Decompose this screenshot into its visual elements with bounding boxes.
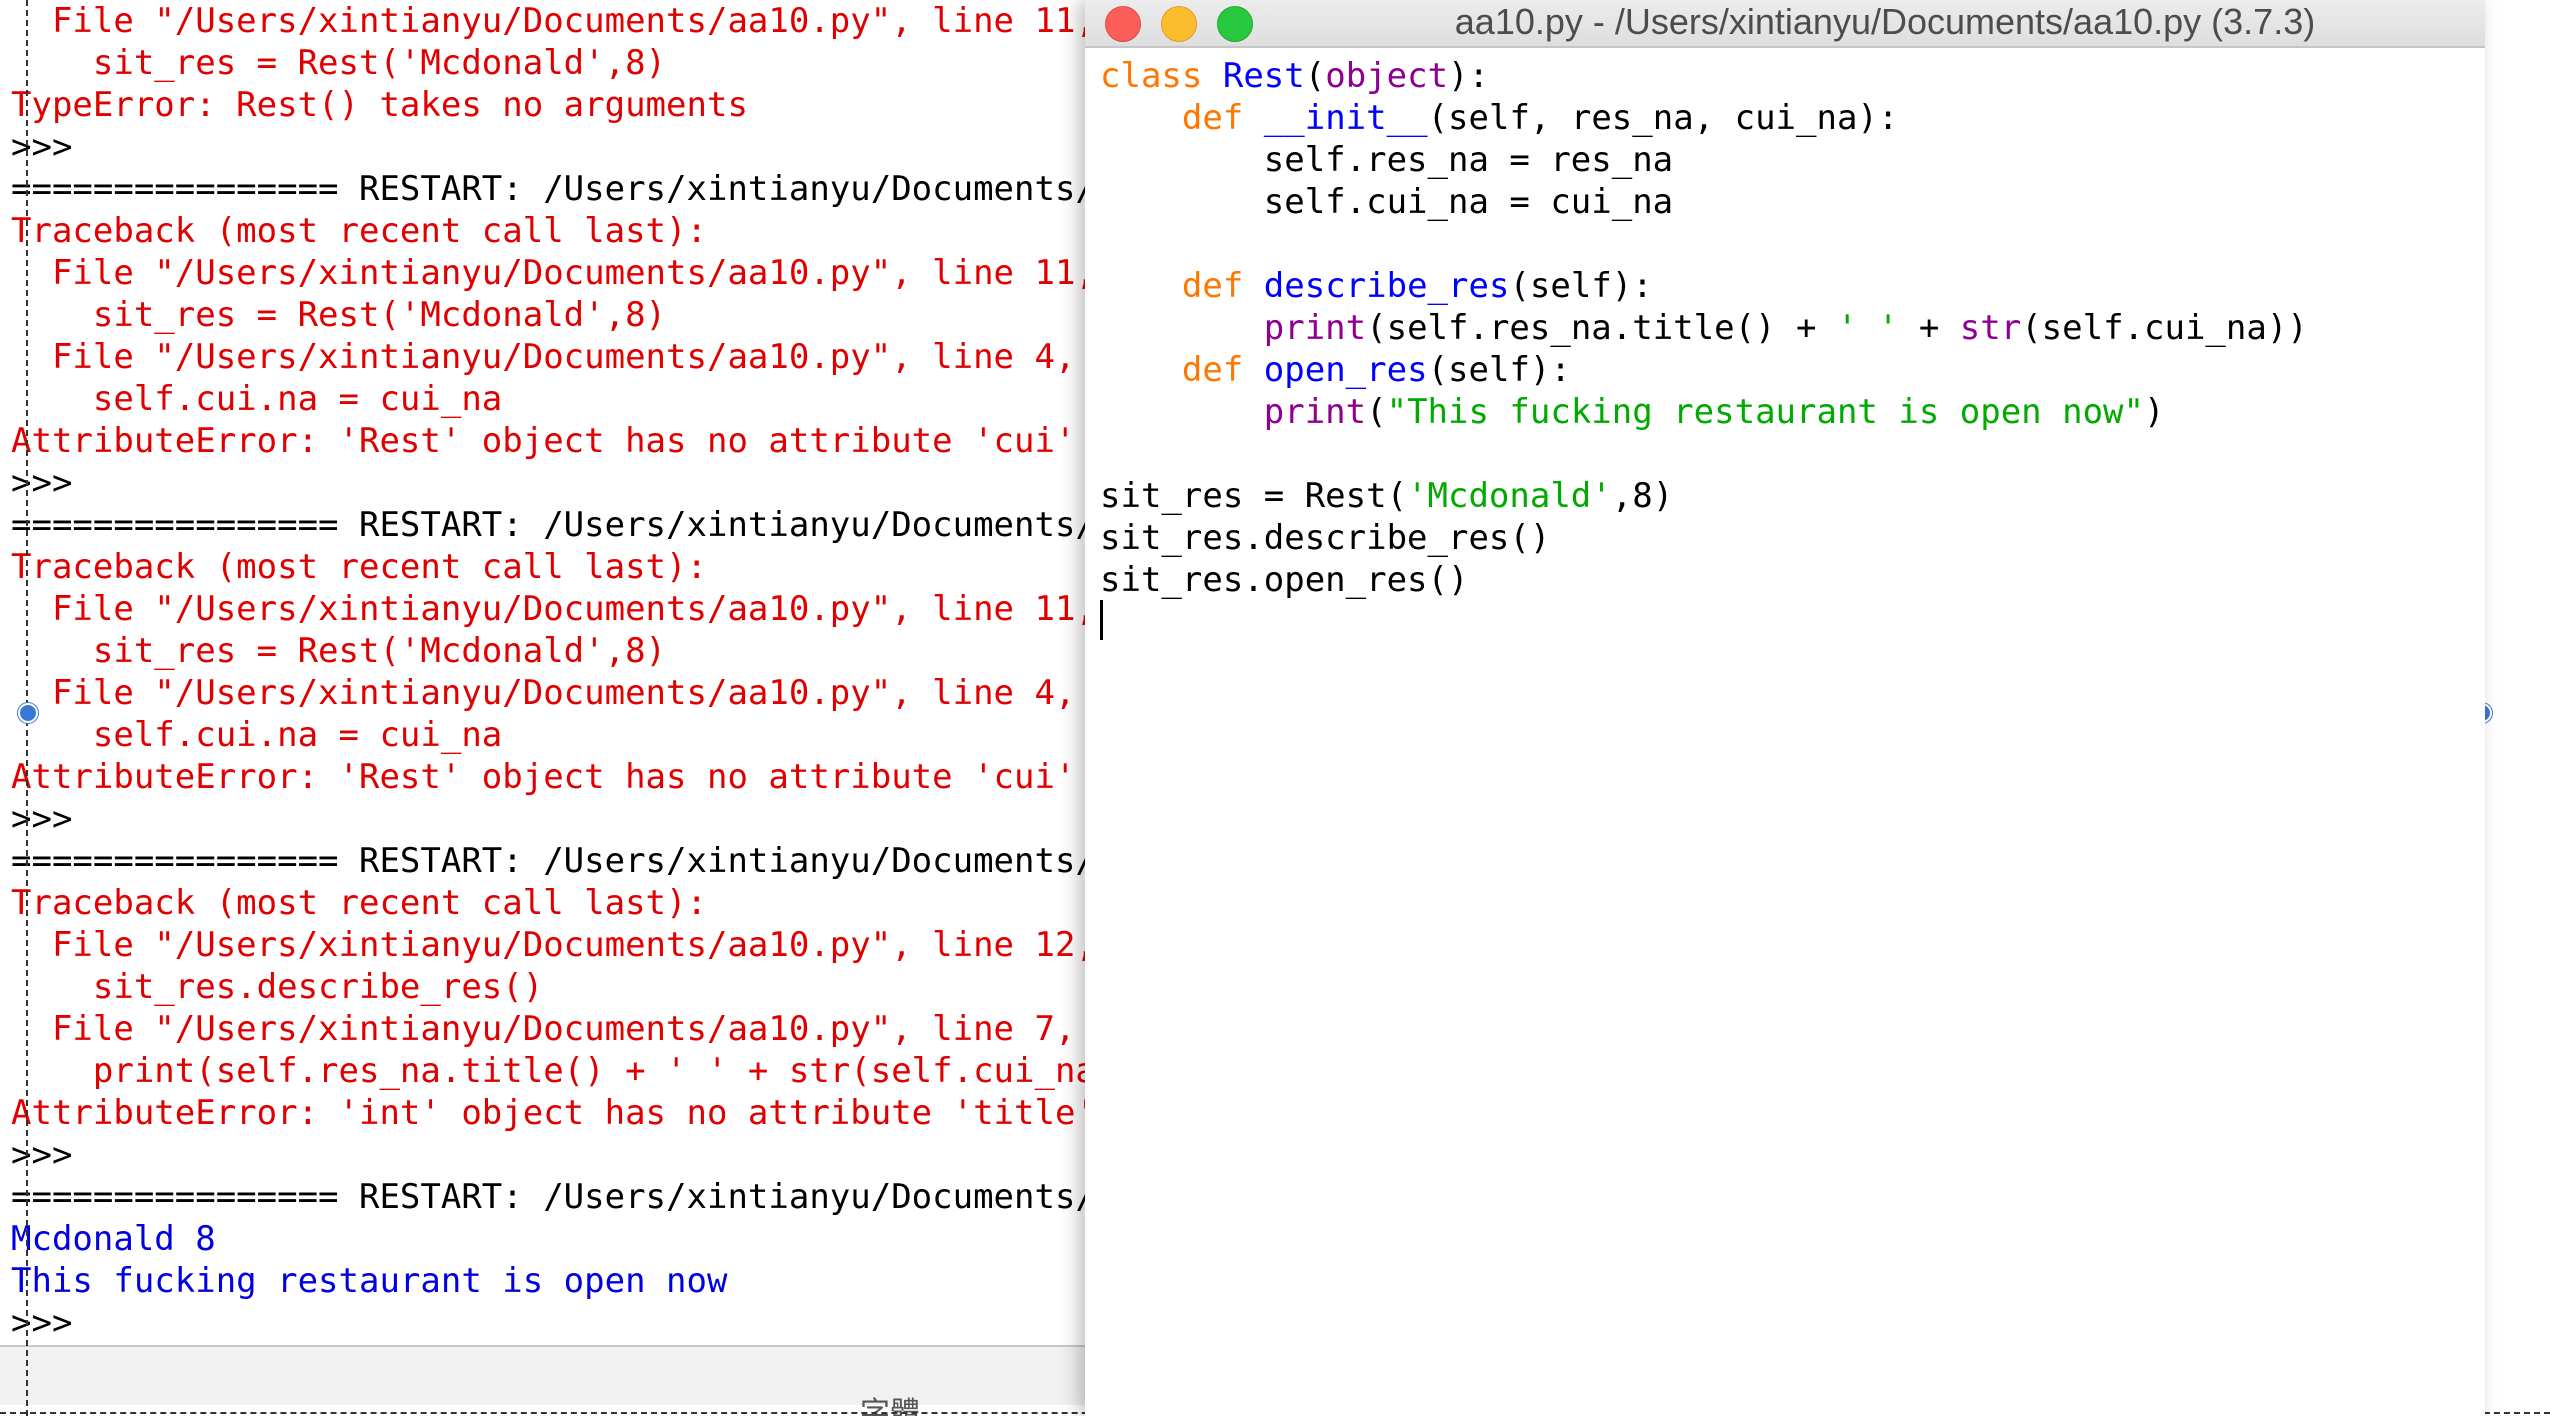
code-line[interactable]: class Rest(object):	[1100, 55, 2308, 97]
code-token: (self):	[1509, 266, 1653, 306]
editor-window[interactable]: aa10.py - /Users/xintianyu/Documents/aa1…	[1085, 0, 2485, 1416]
selection-handle-left[interactable]	[18, 703, 38, 723]
keyword-token: def	[1181, 266, 1244, 306]
string-token: 'Mcdonald'	[1407, 476, 1612, 516]
shell-line-error: sit_res = Rest('Mcdonald',8)	[11, 295, 667, 335]
shell-line-restart: ================ RESTART: /Users/xintian…	[11, 841, 1100, 881]
shell-line-error: File "/Users/xintianyu/Documents/aa10.py…	[11, 1, 1100, 41]
shell-line-output: This fucking restaurant is open now	[11, 1261, 728, 1301]
code-token: sit_res.describe_res()	[1100, 518, 1551, 558]
shell-line-error: Traceback (most recent call last):	[11, 883, 707, 923]
zoom-window-button[interactable]	[1217, 6, 1253, 42]
code-line[interactable]: sit_res.describe_res()	[1100, 517, 2308, 559]
minimize-window-button[interactable]	[1161, 6, 1197, 42]
shell-line-error: TypeError: Rest() takes no arguments	[11, 85, 748, 125]
python-shell-window[interactable]: File "/Users/xintianyu/Documents/aa10.py…	[0, 0, 1100, 1416]
keyword-token: def	[1181, 350, 1244, 390]
code-line[interactable]: self.cui_na = cui_na	[1100, 181, 2308, 223]
shell-line-error: self.cui.na = cui_na	[11, 379, 503, 419]
code-token: (self, res_na, cui_na):	[1427, 98, 1899, 138]
code-line[interactable]: sit_res.open_res()	[1100, 559, 2308, 601]
code-line[interactable]: def open_res(self):	[1100, 349, 2308, 391]
code-token: (self):	[1427, 350, 1571, 390]
text-caret	[1100, 600, 1103, 640]
code-token: (	[1304, 56, 1326, 96]
window-title: aa10.py - /Users/xintianyu/Documents/aa1…	[1454, 1, 2316, 42]
close-window-button[interactable]	[1105, 6, 1141, 42]
shell-line-error: sit_res.describe_res()	[11, 967, 544, 1007]
shell-line-error: Traceback (most recent call last):	[11, 547, 707, 587]
code-token: (self.cui_na))	[2021, 308, 2308, 348]
code-line[interactable]: print(self.res_na.title() + ' ' + str(se…	[1100, 307, 2308, 349]
shell-line-error: AttributeError: 'Rest' object has no att…	[11, 757, 1076, 797]
string-token: ' '	[1836, 308, 1899, 348]
shell-status-bar	[0, 1345, 1090, 1405]
shell-line-prompt: >>>	[11, 127, 73, 167]
definition-token: __init__	[1263, 98, 1428, 138]
editor-titlebar[interactable]: aa10.py - /Users/xintianyu/Documents/aa1…	[1085, 0, 2485, 48]
code-token: (self.res_na.title() +	[1366, 308, 1837, 348]
shell-line-output: Mcdonald 8	[11, 1219, 216, 1259]
code-token: ,8)	[1611, 476, 1674, 516]
code-line[interactable]: def __init__(self, res_na, cui_na):	[1100, 97, 2308, 139]
builtin-token: str	[1959, 308, 2022, 348]
shell-line-prompt: >>>	[11, 463, 73, 503]
shell-line-error: sit_res = Rest('Mcdonald',8)	[11, 43, 667, 83]
definition-token: open_res	[1263, 350, 1428, 390]
definition-token: Rest	[1222, 56, 1305, 96]
shell-line-error: AttributeError: 'int' object has no attr…	[11, 1093, 1096, 1133]
code-line[interactable]: sit_res = Rest('Mcdonald',8)	[1100, 475, 2308, 517]
code-line[interactable]: self.res_na = res_na	[1100, 139, 2308, 181]
shell-line-error: File "/Users/xintianyu/Documents/aa10.py…	[11, 1009, 1100, 1049]
code-token: ):	[1448, 56, 1489, 96]
code-token: +	[1898, 308, 1960, 348]
builtin-token: print	[1263, 308, 1367, 348]
shell-output[interactable]: File "/Users/xintianyu/Documents/aa10.py…	[0, 0, 1100, 1344]
shell-line-restart: ================ RESTART: /Users/xintian…	[11, 505, 1100, 545]
shell-line-error: print(self.res_na.title() + ' ' + str(se…	[11, 1051, 1100, 1091]
code-token: self.res_na = res_na	[1100, 140, 1674, 180]
shell-line-prompt: >>>	[11, 1303, 73, 1343]
shell-line-error: File "/Users/xintianyu/Documents/aa10.py…	[11, 673, 1100, 713]
code-token: )	[2144, 392, 2165, 432]
code-token: (	[1366, 392, 1387, 432]
shell-line-error: File "/Users/xintianyu/Documents/aa10.py…	[11, 925, 1100, 965]
shell-line-restart: ================ RESTART: /Users/xintian…	[11, 1177, 1100, 1217]
shell-line-error: sit_res = Rest('Mcdonald',8)	[11, 631, 667, 671]
shell-line-prompt: >>>	[11, 799, 73, 839]
shell-line-restart: ================ RESTART: /Users/xintian…	[11, 169, 1100, 209]
shell-line-prompt: >>>	[11, 1135, 73, 1175]
code-token: self.cui_na = cui_na	[1100, 182, 1674, 222]
shell-line-error: Traceback (most recent call last):	[11, 211, 707, 251]
code-line[interactable]	[1100, 223, 2308, 265]
keyword-token: class	[1100, 56, 1203, 96]
builtin-token: print	[1263, 392, 1367, 432]
shell-line-error: AttributeError: 'Rest' object has no att…	[11, 421, 1076, 461]
definition-token: describe_res	[1263, 266, 1510, 306]
shell-line-error: File "/Users/xintianyu/Documents/aa10.py…	[11, 253, 1100, 293]
string-token: "This fucking restaurant is open now"	[1386, 392, 2144, 432]
desktop: File "/Users/xintianyu/Documents/aa10.py…	[0, 0, 2550, 1416]
shell-line-error: File "/Users/xintianyu/Documents/aa10.py…	[11, 589, 1100, 629]
builtin-token: object	[1325, 56, 1449, 96]
code-token: sit_res = Rest(	[1100, 476, 1408, 516]
shell-line-error: File "/Users/xintianyu/Documents/aa10.py…	[11, 337, 1100, 377]
code-line[interactable]: def describe_res(self):	[1100, 265, 2308, 307]
code-editor[interactable]: class Rest(object): def __init__(self, r…	[1100, 55, 2308, 601]
keyword-token: def	[1181, 98, 1244, 138]
shell-line-error: self.cui.na = cui_na	[11, 715, 503, 755]
code-token: sit_res.open_res()	[1100, 560, 1469, 600]
code-line[interactable]	[1100, 433, 2308, 475]
code-line[interactable]: print("This fucking restaurant is open n…	[1100, 391, 2308, 433]
